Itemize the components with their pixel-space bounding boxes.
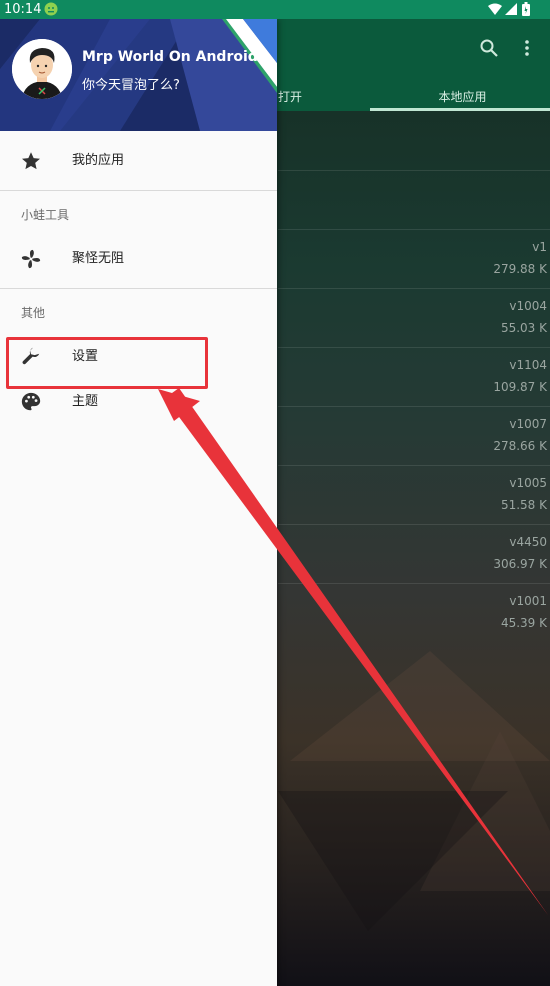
item-size: 55.03 K — [500, 321, 547, 335]
background-shape — [278, 791, 508, 931]
pinwheel-icon — [21, 249, 41, 269]
avatar[interactable] — [12, 39, 72, 99]
annotation-highlight-box — [6, 337, 208, 389]
palette-icon — [21, 392, 41, 411]
list-item[interactable]: v1007 278.66 K — [278, 406, 550, 466]
item-version: v1001 — [509, 594, 547, 608]
item-size: 306.97 K — [493, 557, 547, 571]
avatar-image — [12, 39, 72, 99]
drawer-item-juguai[interactable]: 聚怪无阻 — [0, 235, 277, 283]
item-size: 51.58 K — [500, 498, 547, 512]
signal-icon — [505, 3, 517, 15]
drawer-item-label: 聚怪无阻 — [72, 251, 125, 266]
list-item[interactable]: v4450 306.97 K — [278, 524, 550, 584]
battery-icon — [522, 2, 530, 16]
more-options-icon[interactable] — [524, 39, 530, 57]
item-size: 109.87 K — [493, 380, 547, 394]
list-item[interactable]: v1005 51.58 K — [278, 465, 550, 525]
item-version: v1104 — [509, 358, 547, 372]
search-icon[interactable] — [480, 39, 498, 57]
drawer-item-label: 我的应用 — [72, 153, 125, 168]
item-version: v1004 — [509, 299, 547, 313]
item-size: 278.66 K — [493, 439, 547, 453]
list-item[interactable] — [278, 170, 550, 230]
drawer-item-my-apps[interactable]: 我的应用 — [0, 137, 277, 185]
list-item[interactable]: v1004 55.03 K — [278, 288, 550, 348]
wifi-icon — [488, 3, 502, 15]
navigation-drawer: Mrp World On Android 你今天冒泡了么? 我的应用 小蛙工具 … — [0, 19, 277, 986]
android-robot-icon — [44, 2, 58, 16]
item-version: v1005 — [509, 476, 547, 490]
item-size: 45.39 K — [500, 616, 547, 630]
tab-open[interactable]: 打开 — [278, 85, 308, 109]
list-item[interactable] — [278, 111, 550, 171]
list-item[interactable]: v1104 109.87 K — [278, 347, 550, 407]
divider — [0, 288, 277, 289]
section-header-other: 其他 — [21, 306, 46, 320]
drawer-item-label: 主题 — [72, 394, 99, 409]
item-version: v4450 — [509, 535, 547, 549]
section-header-tools: 小蛙工具 — [21, 208, 70, 222]
list-item[interactable]: v1001 45.39 K — [278, 583, 550, 642]
profile-subtitle: 你今天冒泡了么? — [82, 78, 180, 93]
item-size: 279.88 K — [493, 262, 547, 276]
item-version: v1007 — [509, 417, 547, 431]
star-icon — [22, 152, 40, 170]
tab-local-apps[interactable]: 本地应用 — [400, 85, 525, 109]
list-item[interactable]: v1 279.88 K — [278, 229, 550, 289]
divider — [0, 190, 277, 191]
status-time: 10:14 — [4, 2, 42, 17]
status-bar: 10:14 — [0, 0, 550, 19]
profile-name: Mrp World On Android — [82, 49, 258, 65]
item-version: v1 — [532, 240, 547, 254]
drawer-header: Mrp World On Android 你今天冒泡了么? — [0, 19, 277, 131]
